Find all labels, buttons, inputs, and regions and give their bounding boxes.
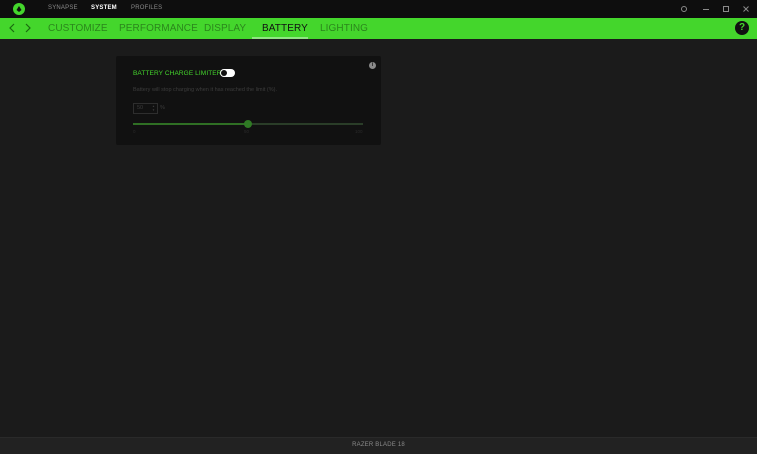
stepper-arrows-icon[interactable]: ▲ ▼ xyxy=(152,104,155,112)
battery-limit-input[interactable]: 50 ▲ ▼ xyxy=(133,103,158,114)
razer-synapse-window: SYNAPSE SYSTEM PROFILES CUSTOMIZE PERFOR… xyxy=(0,0,757,454)
tab-display[interactable]: DISPLAY xyxy=(204,23,246,34)
slider-tick-mid: 50 xyxy=(244,129,250,134)
battery-limit-slider[interactable] xyxy=(133,120,363,128)
device-name: RAZER BLADE 18 xyxy=(352,442,405,448)
status-footer: RAZER BLADE 18 xyxy=(0,437,757,454)
slider-tick-max: 100 xyxy=(355,129,363,134)
tab-profiles[interactable]: PROFILES xyxy=(131,5,162,11)
battery-charge-limiter-title: BATTERY CHARGE LIMITER xyxy=(133,70,222,77)
maximize-icon[interactable] xyxy=(720,3,732,15)
tab-system[interactable]: SYSTEM xyxy=(91,5,117,11)
tab-customize[interactable]: CUSTOMIZE xyxy=(48,23,108,34)
back-arrow-icon[interactable] xyxy=(6,21,18,35)
tab-battery[interactable]: BATTERY xyxy=(262,23,308,34)
slider-tick-min: 0 xyxy=(133,129,136,134)
nav-bar: CUSTOMIZE PERFORMANCE DISPLAY BATTERY LI… xyxy=(0,18,757,39)
title-bar: SYNAPSE SYSTEM PROFILES xyxy=(0,0,757,18)
forward-arrow-icon[interactable] xyxy=(22,21,34,35)
active-tab-indicator xyxy=(252,37,308,39)
slider-fill xyxy=(133,123,248,125)
tab-synapse[interactable]: SYNAPSE xyxy=(48,5,78,11)
tab-performance[interactable]: PERFORMANCE xyxy=(119,23,198,34)
battery-charge-limiter-card: i BATTERY CHARGE LIMITER Battery will st… xyxy=(116,56,381,145)
gear-icon[interactable] xyxy=(678,3,690,15)
tab-lighting[interactable]: LIGHTING xyxy=(320,23,368,34)
minimize-icon[interactable] xyxy=(700,3,712,15)
info-icon[interactable]: i xyxy=(369,62,376,69)
battery-charge-limiter-toggle[interactable] xyxy=(220,69,235,77)
battery-limit-unit: % xyxy=(160,105,165,111)
razer-logo-icon xyxy=(13,3,25,15)
battery-limit-value: 50 xyxy=(137,105,144,111)
close-icon[interactable] xyxy=(740,3,752,15)
battery-limit-description: Battery will stop charging when it has r… xyxy=(133,87,277,93)
help-icon[interactable]: ? xyxy=(735,21,749,35)
slider-thumb[interactable] xyxy=(244,120,252,128)
